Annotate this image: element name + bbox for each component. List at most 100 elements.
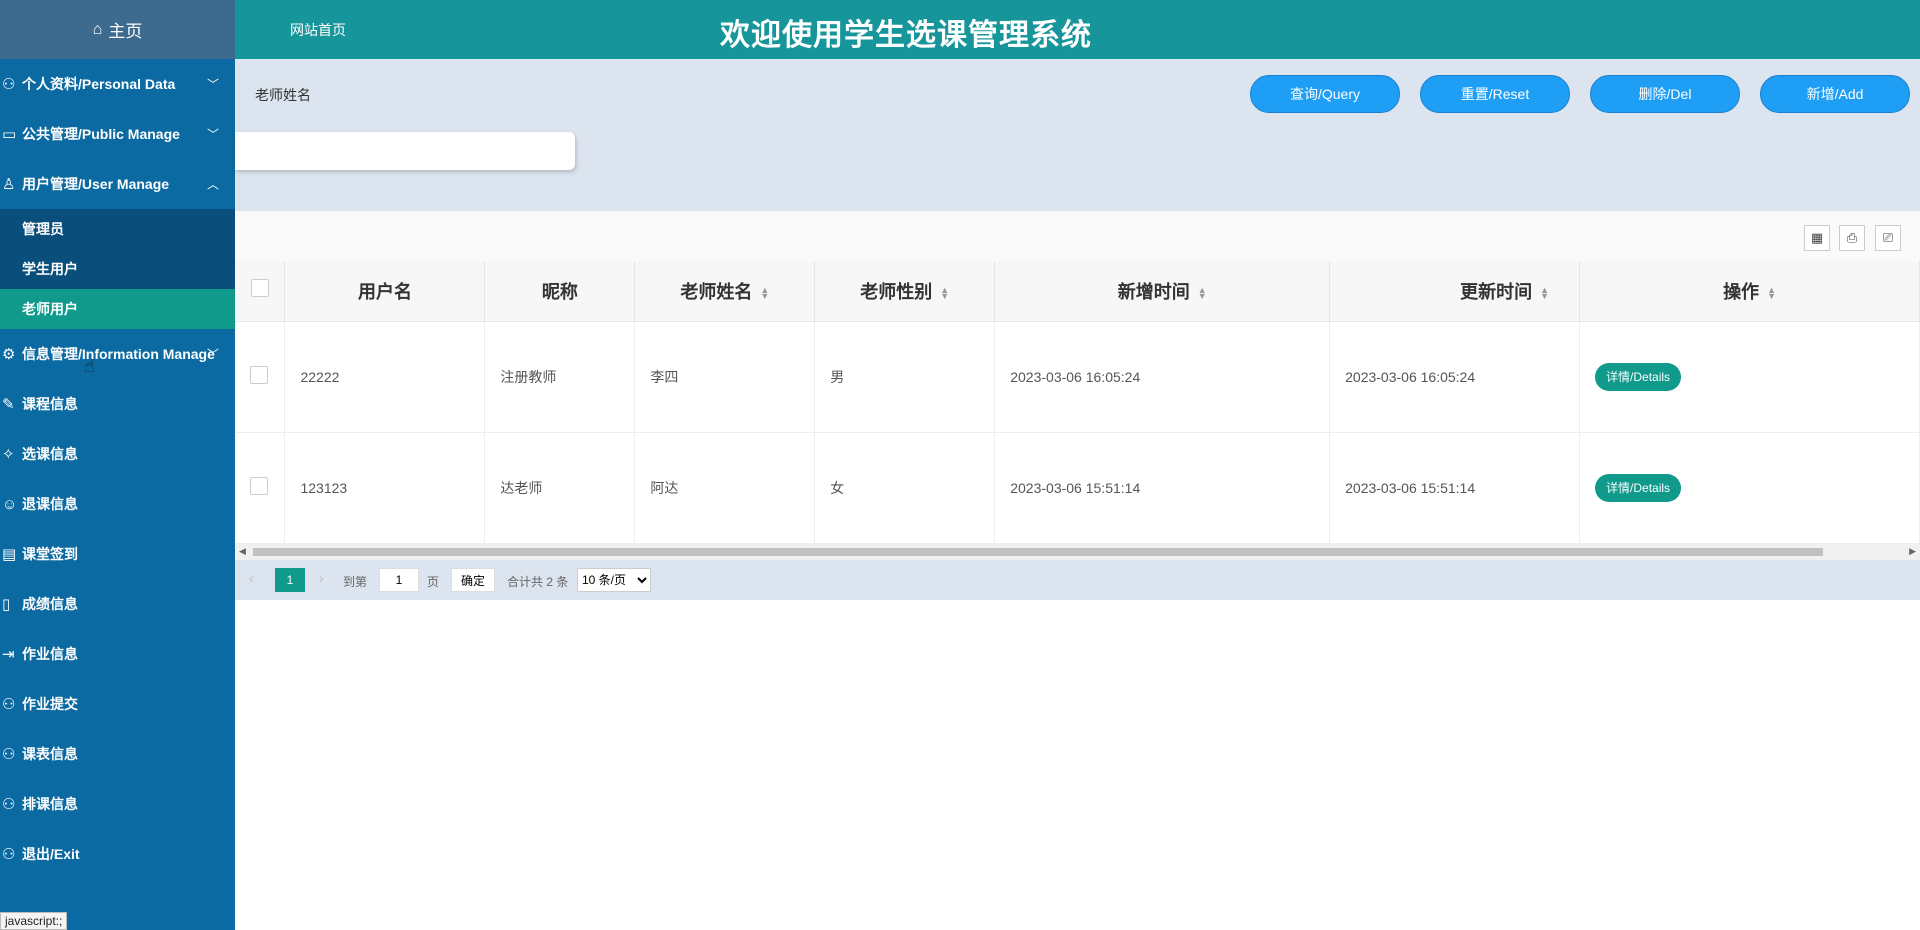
sidebar-item-label: 课表信息 bbox=[22, 744, 78, 764]
sidebar-item-label: 排课信息 bbox=[22, 794, 78, 814]
horizontal-scrollbar[interactable]: ◀ ▶ bbox=[235, 544, 1920, 560]
column-header-teacher-gender[interactable]: 老师性别▲▼ bbox=[815, 261, 995, 321]
cell-nickname: 达老师 bbox=[485, 432, 635, 543]
cell-actions: 详情/Details bbox=[1580, 432, 1920, 543]
sidebar-item-label: 作业提交 bbox=[22, 694, 78, 714]
sidebar-subitem-admin[interactable]: 管理员 bbox=[0, 209, 235, 249]
next-page-icon[interactable]: › bbox=[319, 570, 324, 586]
column-header-created[interactable]: 新增时间▲▼ bbox=[995, 261, 1330, 321]
column-header-teacher-name[interactable]: 老师姓名▲▼ bbox=[635, 261, 815, 321]
cell-created: 2023-03-06 16:05:24 bbox=[995, 321, 1330, 432]
nav-home-link[interactable]: 网站首页 bbox=[290, 20, 346, 40]
print-icon[interactable]: ⎚ bbox=[1875, 225, 1901, 251]
sidebar-item-course-withdraw[interactable]: ☺ 退课信息 bbox=[0, 479, 235, 529]
page-unit-label: 页 bbox=[427, 573, 439, 590]
query-button[interactable]: 查询/Query bbox=[1250, 75, 1400, 113]
column-header-actions[interactable]: 操作 ▲▼ bbox=[1580, 261, 1920, 321]
reset-button[interactable]: 重置/Reset bbox=[1420, 75, 1570, 113]
cell-username: 22222 bbox=[285, 321, 485, 432]
delete-button[interactable]: 删除/Del bbox=[1590, 75, 1740, 113]
user-icon: ⚇ bbox=[2, 75, 22, 93]
sidebar-item-label: 课程信息 bbox=[22, 394, 78, 414]
sidebar-item-grades[interactable]: ▯ 成绩信息 bbox=[0, 579, 235, 629]
select-all-cell bbox=[235, 261, 285, 321]
goto-confirm-button[interactable]: 确定 bbox=[451, 568, 495, 592]
sidebar-item-homework-submit[interactable]: ⚇ 作业提交 bbox=[0, 679, 235, 729]
goto-page-input[interactable] bbox=[379, 568, 419, 592]
sort-icon[interactable]: ▲▼ bbox=[940, 287, 949, 299]
sort-icon[interactable]: ▲▼ bbox=[760, 287, 769, 299]
cell-username: 123123 bbox=[285, 432, 485, 543]
chevron-down-icon: ﹀ bbox=[207, 346, 219, 363]
user-icon: ⚇ bbox=[2, 695, 22, 713]
sidebar-subitem-student-user[interactable]: 学生用户 bbox=[0, 249, 235, 289]
sidebar-item-personal-data[interactable]: ⚇ 个人资料/Personal Data ﹀ bbox=[0, 59, 235, 109]
badge-icon: ✧ bbox=[2, 445, 22, 463]
goto-label: 到第 bbox=[343, 573, 367, 590]
scroll-left-icon[interactable]: ◀ bbox=[239, 546, 246, 557]
sidebar-item-timetable[interactable]: ⚇ 课表信息 bbox=[0, 729, 235, 779]
sidebar: ⌂ 主页 ⚇ 个人资料/Personal Data ﹀ ▭ 公共管理/Publi… bbox=[0, 0, 235, 930]
cell-updated: 2023-03-06 15:51:14 bbox=[1330, 432, 1580, 543]
scroll-right-icon[interactable]: ▶ bbox=[1909, 546, 1916, 557]
row-checkbox[interactable] bbox=[250, 477, 268, 495]
sidebar-subitem-teacher-user[interactable]: 老师用户 bbox=[0, 289, 235, 329]
table-row: 22222 注册教师 李四 男 2023-03-06 16:05:24 2023… bbox=[235, 321, 1920, 432]
sidebar-item-public-manage[interactable]: ▭ 公共管理/Public Manage ﹀ bbox=[0, 109, 235, 159]
table-toolbar: ▦ ⎙ ⎚ bbox=[235, 211, 1920, 261]
face-icon: ☺ bbox=[2, 496, 22, 513]
total-count: 合计共 2 条 bbox=[507, 573, 568, 590]
sidebar-item-label: 退课信息 bbox=[22, 494, 78, 514]
prev-page-icon[interactable]: ‹ bbox=[249, 570, 254, 586]
details-button[interactable]: 详情/Details bbox=[1595, 363, 1681, 391]
cell-updated: 2023-03-06 16:05:24 bbox=[1330, 321, 1580, 432]
teacher-name-input[interactable] bbox=[235, 132, 575, 170]
sidebar-item-information-manage[interactable]: ⚙ 信息管理/Information Manage ﹀ bbox=[0, 329, 235, 379]
sidebar-item-label: 作业信息 bbox=[22, 644, 78, 664]
search-panel: 老师姓名 查询/Query 重置/Reset 删除/Del 新增/Add bbox=[235, 59, 1920, 211]
sort-icon[interactable]: ▲▼ bbox=[1540, 287, 1549, 299]
columns-filter-icon[interactable]: ▦ bbox=[1804, 225, 1830, 251]
select-all-checkbox[interactable] bbox=[251, 279, 269, 297]
add-button[interactable]: 新增/Add bbox=[1760, 75, 1910, 113]
sort-icon[interactable]: ▲▼ bbox=[1198, 287, 1207, 299]
tablet-icon: ▯ bbox=[2, 595, 22, 613]
sidebar-home[interactable]: ⌂ 主页 bbox=[0, 0, 235, 59]
search-label: 老师姓名 bbox=[255, 85, 311, 105]
row-select-cell bbox=[235, 321, 285, 432]
row-checkbox[interactable] bbox=[250, 366, 268, 384]
column-header-label: 用户名 bbox=[358, 282, 412, 302]
sidebar-item-label: 信息管理/Information Manage bbox=[22, 344, 215, 364]
pencil-icon: ✎ bbox=[2, 395, 22, 413]
sidebar-item-label: 课堂签到 bbox=[22, 544, 78, 564]
row-select-cell bbox=[235, 432, 285, 543]
sidebar-item-course-selection[interactable]: ✧ 选课信息 bbox=[0, 429, 235, 479]
pagination: ‹ 1 › 到第 页 确定 合计共 2 条 10 条/页 bbox=[235, 560, 1920, 600]
sidebar-item-class-checkin[interactable]: ▤ 课堂签到 bbox=[0, 529, 235, 579]
sidebar-item-homework[interactable]: ⇥ 作业信息 bbox=[0, 629, 235, 679]
chevron-down-icon: ﹀ bbox=[207, 76, 219, 93]
column-header-nickname: 昵称 bbox=[485, 261, 635, 321]
sidebar-item-user-manage[interactable]: ♙ 用户管理/User Manage ︿ bbox=[0, 159, 235, 209]
scrollbar-thumb[interactable] bbox=[253, 548, 1823, 556]
page-size-select[interactable]: 10 条/页 bbox=[577, 568, 651, 592]
sort-icon[interactable]: ▲▼ bbox=[1767, 287, 1776, 299]
column-header-label: 操作 bbox=[1723, 282, 1759, 302]
sidebar-item-course-info[interactable]: ✎ 课程信息 bbox=[0, 379, 235, 429]
user-icon: ⚇ bbox=[2, 845, 22, 863]
column-header-updated[interactable]: 更新时间▲▼ bbox=[1330, 261, 1580, 321]
user-icon: ⚇ bbox=[2, 795, 22, 813]
cell-teacher-name: 阿达 bbox=[635, 432, 815, 543]
export-icon[interactable]: ⎙ bbox=[1839, 225, 1865, 251]
sidebar-item-label: 公共管理/Public Manage bbox=[22, 124, 180, 144]
header: 网站首页 欢迎使用学生选课管理系统 bbox=[235, 0, 1920, 59]
details-button[interactable]: 详情/Details bbox=[1595, 474, 1681, 502]
cell-actions: 详情/Details bbox=[1580, 321, 1920, 432]
sidebar-submenu: 管理员 学生用户 老师用户 bbox=[0, 209, 235, 329]
sidebar-item-scheduling[interactable]: ⚇ 排课信息 bbox=[0, 779, 235, 829]
page-number-current[interactable]: 1 bbox=[275, 568, 305, 592]
cell-created: 2023-03-06 15:51:14 bbox=[995, 432, 1330, 543]
sidebar-item-exit[interactable]: ⚇ 退出/Exit bbox=[0, 829, 235, 879]
chevron-down-icon: ﹀ bbox=[207, 126, 219, 143]
cell-teacher-name: 李四 bbox=[635, 321, 815, 432]
